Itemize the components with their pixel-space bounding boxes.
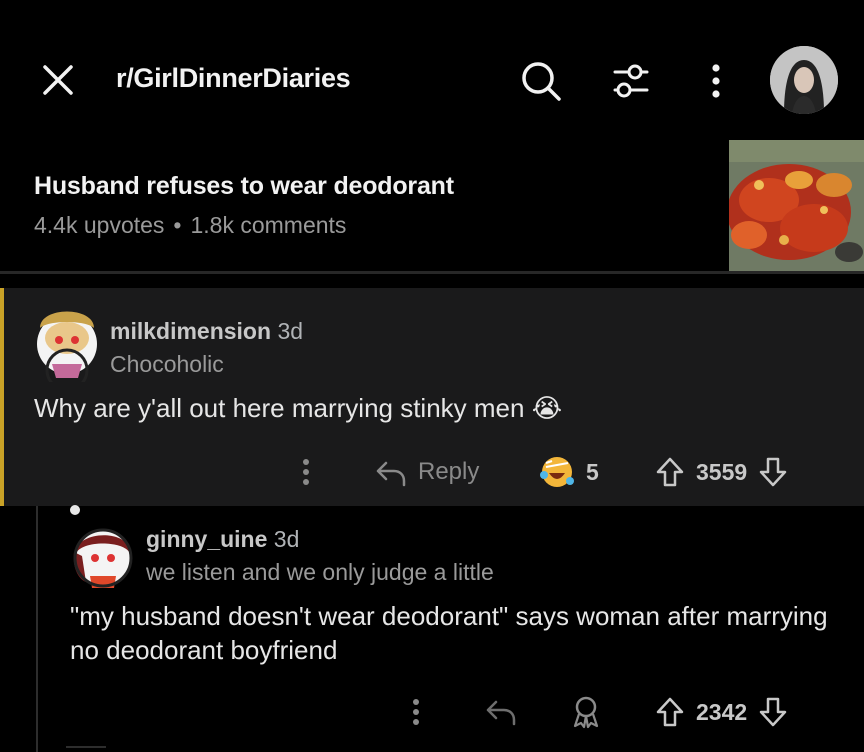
reply-arrow-icon <box>486 700 516 726</box>
snoo-avatar-icon <box>73 528 133 588</box>
award-ribbon-icon <box>573 696 599 729</box>
meta-separator: • <box>173 212 182 238</box>
comment-body: Why are y'all out here marrying stinky m… <box>34 393 562 424</box>
user-flair: Chocoholic <box>110 351 224 377</box>
vote-controls: 2342 <box>654 692 789 732</box>
comment-age: 3d <box>273 526 300 552</box>
crawfish-photo-icon <box>729 140 864 272</box>
profile-photo-icon <box>770 46 838 114</box>
highlight-bar <box>0 288 4 506</box>
header-divider <box>0 271 864 274</box>
comment-body: "my husband doesn't wear deodorant" says… <box>70 601 828 665</box>
score: 3559 <box>696 458 748 485</box>
award-button[interactable]: 5 <box>538 452 599 492</box>
thread-line <box>36 506 38 752</box>
upvote-icon[interactable] <box>654 695 686 729</box>
comment-count: 1.8k comments <box>190 212 347 238</box>
search-button[interactable] <box>518 58 564 104</box>
post-meta: 4.4k upvotes • 1.8k comments <box>34 212 346 239</box>
reply-label: Reply <box>418 458 480 485</box>
user-flair: we listen and we only judge a little <box>146 559 494 585</box>
commenter-avatar[interactable] <box>72 520 134 590</box>
filter-button[interactable] <box>608 58 654 104</box>
vote-controls: 3559 <box>654 452 789 492</box>
upvote-count: 4.4k upvotes <box>34 212 165 238</box>
subreddit-name[interactable]: r/GirlDinnerDiaries <box>116 63 351 94</box>
downvote-icon[interactable] <box>757 695 789 729</box>
more-options-button[interactable] <box>700 58 732 104</box>
close-button[interactable] <box>40 62 76 98</box>
comment-author-line: ginny_uine 3d <box>146 526 299 553</box>
award-count: 5 <box>586 458 599 485</box>
snoo-avatar-icon <box>37 311 97 382</box>
crying-emoji: 😭 <box>531 393 563 423</box>
award-button[interactable] <box>568 694 604 730</box>
more-vertical-icon <box>413 699 419 725</box>
reply-button[interactable]: Reply <box>374 453 479 491</box>
comment-more-button[interactable] <box>404 695 428 729</box>
downvote-icon[interactable] <box>757 455 789 489</box>
post-thumbnail[interactable] <box>729 140 864 272</box>
reply-button[interactable] <box>484 694 518 730</box>
commenter-avatar[interactable] <box>34 298 100 382</box>
post-title[interactable]: Husband refuses to wear deodorant <box>34 172 454 201</box>
comment-username[interactable]: milkdimension <box>110 318 271 344</box>
more-vertical-icon <box>303 459 309 485</box>
close-icon <box>43 65 73 95</box>
score: 2342 <box>696 698 748 725</box>
thread-dot <box>70 505 80 515</box>
reply-arrow-icon <box>376 461 406 487</box>
filter-icon <box>613 64 649 98</box>
more-vertical-icon <box>712 64 720 98</box>
laughing-award-icon <box>540 457 574 487</box>
comment-username[interactable]: ginny_uine <box>146 526 267 552</box>
comment-text: Why are y'all out here marrying stinky m… <box>34 393 525 423</box>
comment-age: 3d <box>277 318 304 344</box>
upvote-icon[interactable] <box>654 455 686 489</box>
search-icon <box>522 62 561 101</box>
comment-more-button[interactable] <box>294 455 318 489</box>
comment-author-line: milkdimension 3d <box>110 318 303 345</box>
thread-connector <box>66 746 106 748</box>
user-avatar[interactable] <box>770 46 838 114</box>
